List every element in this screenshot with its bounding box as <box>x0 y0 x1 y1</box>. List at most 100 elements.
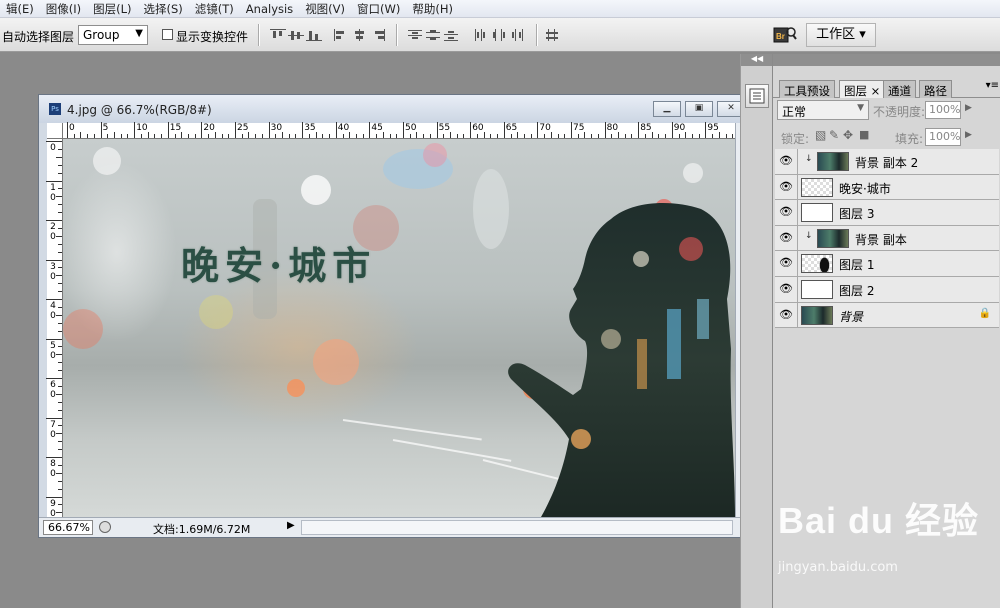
visibility-eye-icon[interactable]: 👁 <box>779 282 793 296</box>
ruler-tick <box>644 134 646 138</box>
lock-label: 锁定: <box>781 132 810 146</box>
layer-row[interactable]: 👁 ↓ 背景 副本 2 <box>775 149 999 175</box>
menu-item[interactable]: 图层(L) <box>87 1 137 17</box>
distribute-left-icon[interactable] <box>474 29 490 41</box>
layer-row[interactable]: 👁 图层 2 <box>775 276 999 303</box>
minimize-button[interactable]: ▁ <box>653 101 681 117</box>
ruler-tick-label: 1 0 <box>50 182 56 203</box>
visibility-eye-icon[interactable]: 👁 <box>779 308 793 322</box>
layer-row[interactable]: 👁 背景 🔒 <box>775 302 999 329</box>
ruler-tick-label: 70 <box>539 123 551 133</box>
auto-align-layers-icon[interactable] <box>546 29 562 41</box>
status-options-icon[interactable] <box>99 521 111 533</box>
layer-thumbnail[interactable] <box>801 177 833 197</box>
menu-item[interactable]: 窗口(W) <box>351 1 406 17</box>
history-panel-button[interactable] <box>745 84 769 108</box>
visibility-eye-icon[interactable]: 👁 <box>779 205 793 219</box>
lock-image-icon[interactable]: ✎ <box>829 128 839 142</box>
horizontal-ruler[interactable]: 0 5 10 15 20 25 30 35 40 45 50 55 60 65 70 75 80 85 90 95 <box>63 122 755 139</box>
auto-select-dropdown[interactable]: Group ▼ <box>78 25 148 45</box>
menu-item[interactable]: 选择(S) <box>138 1 189 17</box>
layer-thumbnail[interactable] <box>817 152 849 171</box>
ruler-tick <box>671 122 673 138</box>
ruler-tick <box>517 132 519 138</box>
align-vcenter-icon[interactable] <box>288 29 304 41</box>
bridge-button[interactable]: Br <box>772 23 798 47</box>
align-bottom-icon[interactable] <box>306 29 322 41</box>
fill-slider-arrow-icon[interactable]: ▶ <box>965 130 972 140</box>
ruler-tick <box>396 134 398 138</box>
ruler-tick <box>712 134 714 138</box>
vertical-ruler[interactable]: 0 1 0 2 0 3 0 4 0 5 0 6 0 7 0 8 0 9 0 <box>46 139 63 530</box>
lock-transparent-icon[interactable]: ▧ <box>815 128 826 142</box>
tab-layers[interactable]: 图层 × <box>839 80 886 98</box>
ruler-tick <box>584 132 586 138</box>
ruler-tick-label: 10 <box>136 123 148 133</box>
ruler-tick-label: 75 <box>573 123 585 133</box>
tab-channels[interactable]: 通道 <box>883 80 916 98</box>
menu-bar: 辑(E) 图像(I) 图层(L) 选择(S) 滤镜(T) Analysis 视图(V) 窗口(… <box>0 0 1000 18</box>
layer-thumbnail[interactable] <box>801 254 833 274</box>
menu-item[interactable]: 滤镜(T) <box>189 1 240 17</box>
visibility-eye-icon[interactable]: 👁 <box>779 256 793 270</box>
menu-item[interactable]: 视图(V) <box>299 1 351 17</box>
ruler-origin[interactable] <box>47 123 63 139</box>
ruler-tick <box>248 132 250 138</box>
ruler-tick-label: 25 <box>237 123 249 133</box>
distribute-hcenter-icon[interactable] <box>492 29 508 41</box>
column-divider <box>797 276 798 302</box>
ruler-tick <box>167 122 169 138</box>
fill-field[interactable]: 100% <box>925 128 961 146</box>
layer-row[interactable]: 👁 ↓ 背景 副本 <box>775 225 999 252</box>
ruler-tick-label: 6 0 <box>50 380 56 400</box>
layer-row[interactable]: 👁 图层 1 <box>775 251 999 277</box>
opacity-field[interactable]: 100% <box>925 101 961 119</box>
menu-item[interactable]: 帮助(H) <box>406 1 459 17</box>
menu-item[interactable]: 辑(E) <box>0 1 40 17</box>
align-top-icon[interactable] <box>270 29 286 41</box>
tab-tool-presets[interactable]: 工具预设 <box>779 80 835 98</box>
ruler-tick <box>456 134 458 138</box>
workspace-menu-button[interactable]: 工作区 ▾ <box>806 23 876 47</box>
ruler-tick-label: 20 <box>203 123 215 133</box>
visibility-eye-icon[interactable]: 👁 <box>779 180 793 194</box>
horizontal-scrollbar[interactable] <box>301 520 733 535</box>
visibility-eye-icon[interactable]: 👁 <box>779 154 793 168</box>
layer-row[interactable]: 👁 晚安·城市 <box>775 174 999 201</box>
maximize-button[interactable]: ▣ <box>685 101 713 117</box>
lock-position-icon[interactable]: ✥ <box>843 128 853 142</box>
ruler-tick <box>134 122 136 138</box>
distribute-vcenter-icon[interactable] <box>426 29 442 41</box>
distribute-bottom-icon[interactable] <box>444 29 460 41</box>
panel-menu-icon[interactable]: ▾≡ <box>986 80 999 91</box>
align-hcenter-icon[interactable] <box>352 29 368 41</box>
layer-row[interactable]: 👁 图层 3 <box>775 200 999 226</box>
ruler-tick <box>557 134 559 138</box>
align-right-icon[interactable] <box>370 29 386 41</box>
tab-paths[interactable]: 路径 <box>919 80 952 98</box>
collapse-dock-icon[interactable]: ◀◀ <box>741 54 773 66</box>
blend-mode-value: 正常 <box>782 105 807 119</box>
ruler-tick <box>46 378 62 379</box>
distribute-right-icon[interactable] <box>510 29 526 41</box>
visibility-eye-icon[interactable]: 👁 <box>779 231 793 245</box>
ruler-tick <box>58 251 62 253</box>
blend-mode-dropdown[interactable]: 正常 ▼ <box>777 100 869 120</box>
opacity-label: 不透明度: <box>873 105 926 119</box>
status-menu-arrow-icon[interactable]: ▶ <box>287 520 295 531</box>
align-left-icon[interactable] <box>334 29 350 41</box>
menu-item[interactable]: 图像(I) <box>40 1 87 17</box>
ruler-tick <box>58 330 62 332</box>
menu-item[interactable]: Analysis <box>240 2 299 16</box>
layer-thumbnail[interactable] <box>817 228 849 248</box>
layer-thumbnail[interactable] <box>801 203 833 223</box>
zoom-field[interactable]: 66.67% <box>43 520 93 535</box>
lock-all-icon[interactable]: ■ <box>859 128 869 141</box>
document-title-bar[interactable]: Ps 4.jpg @ 66.7%(RGB/8#) ▁ ▣ ✕ <box>39 95 755 123</box>
distribute-top-icon[interactable] <box>408 29 424 41</box>
image-canvas[interactable]: 晚安·城市 <box>63 139 735 517</box>
layer-thumbnail[interactable] <box>801 305 833 325</box>
show-transform-checkbox[interactable] <box>162 29 173 40</box>
layer-thumbnail[interactable] <box>801 279 833 299</box>
opacity-slider-arrow-icon[interactable]: ▶ <box>965 103 972 113</box>
